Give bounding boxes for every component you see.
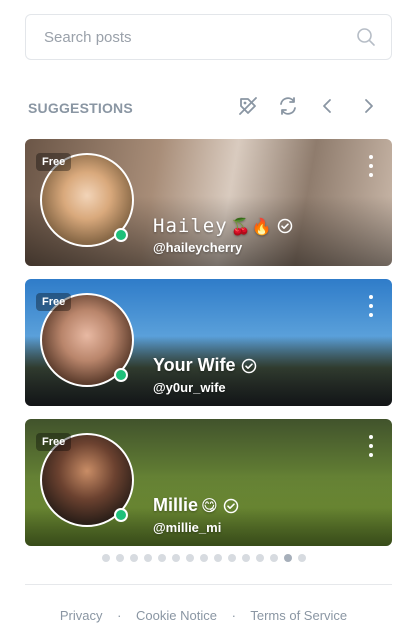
pagination-dot[interactable] — [297, 554, 306, 562]
search-input[interactable] — [42, 27, 355, 47]
terms-of-service-link[interactable]: Terms of Service — [250, 608, 347, 623]
pagination-dot[interactable] — [115, 554, 124, 562]
creator-name-emoji: 😋 — [201, 497, 218, 515]
creator-name[interactable]: Your Wife — [153, 355, 257, 376]
creator-name-text: Your Wife — [153, 355, 236, 375]
online-indicator — [114, 228, 128, 242]
search-box[interactable] — [25, 14, 392, 60]
creator-name-text: Hailey — [153, 215, 228, 237]
suggestion-card[interactable]: Free Millie 😋 @millie_mi — [25, 419, 392, 546]
suggestions-header: SUGGESTIONS — [28, 92, 388, 124]
online-indicator — [114, 368, 128, 382]
more-options-icon[interactable] — [364, 295, 378, 317]
next-button[interactable] — [348, 92, 388, 124]
verified-icon — [223, 498, 239, 514]
pagination-dot[interactable] — [227, 554, 236, 562]
previous-button[interactable] — [308, 92, 348, 124]
footer-divider — [25, 584, 392, 585]
free-badge: Free — [36, 153, 72, 171]
pagination-dot[interactable] — [255, 554, 264, 562]
free-badge: Free — [36, 433, 72, 451]
free-badge: Free — [36, 293, 72, 311]
creator-name-text: Millie — [153, 495, 199, 515]
pagination-dot[interactable] — [185, 554, 194, 562]
more-options-icon[interactable] — [364, 155, 378, 177]
pagination-dots — [0, 554, 407, 562]
footer-separator: · — [231, 608, 236, 623]
suggestions-title: SUGGESTIONS — [28, 100, 133, 116]
suggestion-card[interactable]: Free Hailey 🍒🔥 @haileycherry — [25, 139, 392, 266]
creator-name[interactable]: Millie 😋 — [153, 495, 239, 516]
online-indicator — [114, 508, 128, 522]
pagination-dot[interactable] — [269, 554, 278, 562]
pagination-dot[interactable] — [213, 554, 222, 562]
verified-icon — [277, 218, 293, 234]
pagination-dot[interactable] — [199, 554, 208, 562]
chevron-left-icon — [320, 98, 336, 119]
pagination-dot[interactable] — [171, 554, 180, 562]
creator-handle[interactable]: @millie_mi — [153, 520, 221, 535]
refresh-icon — [277, 95, 299, 122]
privacy-link[interactable]: Privacy — [60, 608, 103, 623]
pagination-dot[interactable] — [129, 554, 138, 562]
pagination-dot[interactable] — [101, 554, 110, 562]
pagination-dot[interactable] — [157, 554, 166, 562]
chevron-right-icon — [360, 98, 376, 119]
search-icon[interactable] — [355, 26, 377, 48]
verified-icon — [241, 358, 257, 374]
pagination-dot[interactable] — [241, 554, 250, 562]
creator-handle[interactable]: @haileycherry — [153, 240, 242, 255]
refresh-button[interactable] — [268, 92, 308, 124]
suggestion-card[interactable]: Free Your Wife @y0ur_wife — [25, 279, 392, 406]
footer-separator: · — [117, 608, 122, 623]
footer-links: Privacy · Cookie Notice · Terms of Servi… — [0, 608, 407, 623]
pagination-dot[interactable] — [283, 554, 292, 562]
creator-name[interactable]: Hailey 🍒🔥 — [153, 215, 293, 237]
free-filter-button[interactable] — [228, 92, 268, 124]
cookie-notice-link[interactable]: Cookie Notice — [136, 608, 217, 623]
creator-name-emoji: 🍒🔥 — [230, 216, 273, 236]
more-options-icon[interactable] — [364, 435, 378, 457]
suggestion-cards: Free Hailey 🍒🔥 @haileycherry Free Your W… — [25, 139, 392, 559]
pagination-dot[interactable] — [143, 554, 152, 562]
creator-handle[interactable]: @y0ur_wife — [153, 380, 226, 395]
price-tag-off-icon — [237, 95, 259, 122]
